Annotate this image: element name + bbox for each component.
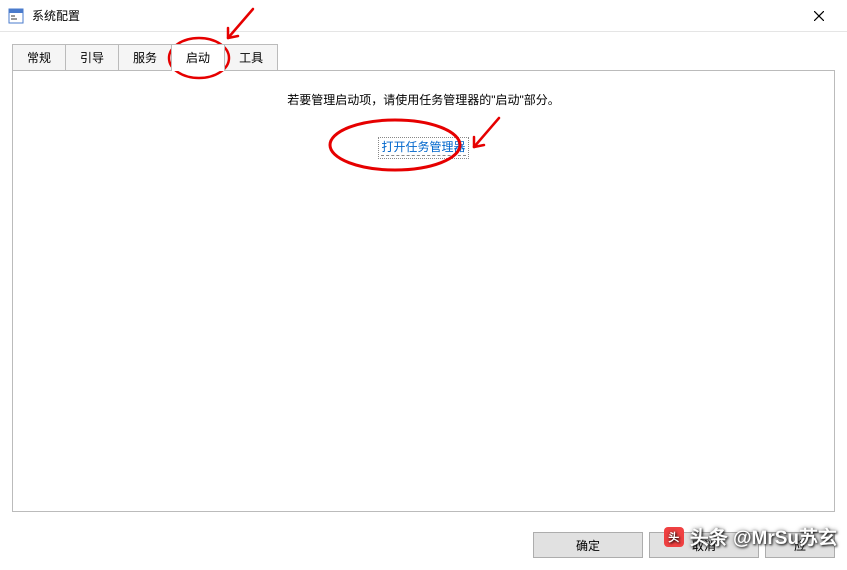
close-button[interactable] — [799, 0, 839, 32]
tab-startup[interactable]: 启动 — [171, 44, 225, 71]
window-title: 系统配置 — [32, 7, 80, 24]
tab-tools[interactable]: 工具 — [224, 44, 278, 71]
title-bar: 系统配置 — [0, 0, 847, 32]
link-container: 打开任务管理器 — [33, 138, 814, 155]
startup-message: 若要管理启动项，请使用任务管理器的"启动"部分。 — [33, 91, 814, 108]
cancel-button[interactable]: 取消 — [649, 532, 759, 558]
app-icon — [8, 8, 24, 24]
apply-button[interactable]: 应 — [765, 532, 835, 558]
tab-content: 若要管理启动项，请使用任务管理器的"启动"部分。 打开任务管理器 — [12, 70, 835, 512]
button-bar: 确定 取消 应 — [0, 524, 847, 570]
tab-boot[interactable]: 引导 — [65, 44, 119, 71]
tab-services[interactable]: 服务 — [118, 44, 172, 71]
ok-button[interactable]: 确定 — [533, 532, 643, 558]
tab-bar: 常规 引导 服务 启动 工具 — [0, 32, 847, 71]
open-task-manager-link[interactable]: 打开任务管理器 — [381, 140, 465, 156]
tab-general[interactable]: 常规 — [12, 44, 66, 71]
